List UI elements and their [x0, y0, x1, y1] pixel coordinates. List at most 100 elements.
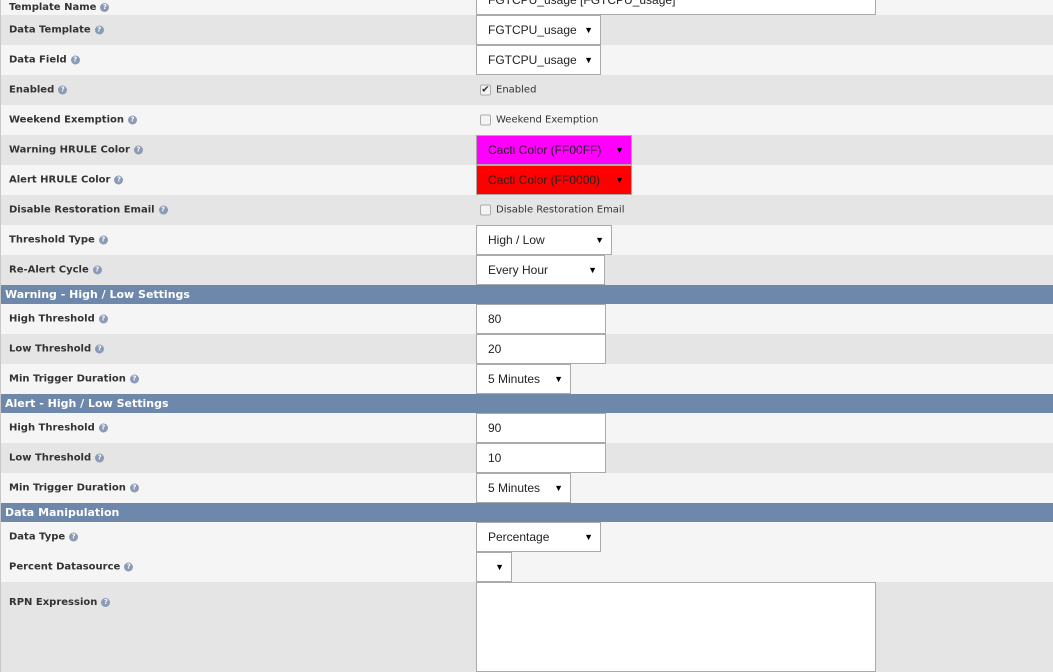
help-icon[interactable]: ? — [94, 25, 104, 35]
dropdown-arrow-icon: ▼ — [554, 374, 563, 384]
row-data-type: Data Type? Percentage ▼ — [1, 522, 1053, 552]
help-icon[interactable]: ? — [58, 85, 68, 95]
enabled-checkbox-label[interactable]: Enabled — [496, 85, 536, 96]
realert-cycle-value: Every Hour — [488, 263, 549, 277]
help-icon[interactable]: ? — [95, 453, 105, 463]
row-weekend-exemption: Weekend Exemption? Weekend Exemption — [1, 105, 1053, 135]
weekend-exemption-checkbox[interactable] — [480, 114, 491, 126]
label-weekend-exemption: Weekend Exemption — [9, 114, 124, 126]
help-icon[interactable]: ? — [70, 55, 80, 65]
label-percent-datasource: Percent Datasource — [9, 561, 121, 573]
help-icon[interactable]: ? — [69, 532, 79, 542]
row-warning-hrule: Warning HRULE Color? Cacti Color (FF00FF… — [1, 135, 1053, 165]
row-warning-high: High Threshold? 80 — [1, 304, 1053, 334]
section-header-warning: Warning - High / Low Settings — [1, 285, 1053, 304]
label-alert-low: Low Threshold — [9, 452, 92, 464]
warning-low-threshold-input[interactable]: 20 — [476, 334, 606, 364]
help-icon[interactable]: ? — [158, 205, 168, 215]
label-warning-min-trigger: Min Trigger Duration — [9, 373, 126, 385]
dropdown-arrow-icon: ▼ — [584, 55, 593, 65]
row-enabled: Enabled? ✔ Enabled — [1, 75, 1053, 105]
warning-min-trigger-select[interactable]: 5 Minutes ▼ — [476, 364, 571, 394]
enabled-checkbox[interactable]: ✔ — [480, 84, 491, 96]
alert-hrule-color-select[interactable]: Cacti Color (FF0000) ▼ — [476, 165, 632, 195]
dropdown-arrow-icon: ▼ — [588, 265, 597, 275]
row-template-name: Template Name? FGTCPU_usage [FGTCPU_usag… — [1, 0, 1053, 15]
warning-hrule-value: Cacti Color (FF00FF) — [488, 143, 602, 157]
data-template-value: FGTCPU_usage — [488, 23, 577, 37]
dropdown-arrow-icon: ▼ — [495, 562, 504, 572]
label-threshold-type: Threshold Type — [9, 234, 95, 246]
alert-min-trigger-select[interactable]: 5 Minutes ▼ — [476, 473, 571, 503]
dropdown-arrow-icon: ▼ — [584, 25, 593, 35]
dropdown-arrow-icon: ▼ — [584, 532, 593, 542]
label-data-type: Data Type — [9, 531, 66, 543]
threshold-type-value: High / Low — [488, 233, 545, 247]
help-icon[interactable]: ? — [101, 598, 111, 607]
realert-cycle-select[interactable]: Every Hour ▼ — [476, 255, 605, 285]
data-field-value: FGTCPU_usage — [488, 53, 577, 67]
dropdown-arrow-icon: ▼ — [554, 483, 563, 493]
disable-restoration-checkbox-label[interactable]: Disable Restoration Email — [496, 205, 625, 216]
label-warning-low: Low Threshold — [9, 343, 92, 355]
row-alert-high: High Threshold? 90 — [1, 413, 1053, 443]
row-data-template: Data Template? FGTCPU_usage ▼ — [1, 15, 1053, 45]
data-type-value: Percentage — [488, 530, 550, 544]
disable-restoration-checkbox[interactable] — [480, 204, 491, 216]
warning-hrule-color-select[interactable]: Cacti Color (FF00FF) ▼ — [476, 135, 632, 165]
label-enabled: Enabled — [9, 84, 55, 96]
rpn-expression-textarea[interactable] — [476, 582, 876, 672]
row-data-field: Data Field? FGTCPU_usage ▼ — [1, 45, 1053, 75]
help-icon[interactable]: ? — [92, 265, 102, 275]
row-alert-hrule: Alert HRULE Color? Cacti Color (FF0000) ▼ — [1, 165, 1053, 195]
help-icon[interactable]: ? — [98, 235, 108, 245]
row-alert-min-trigger: Min Trigger Duration? 5 Minutes ▼ — [1, 473, 1053, 503]
label-disable-restoration: Disable Restoration Email — [9, 204, 155, 216]
label-alert-hrule: Alert HRULE Color — [9, 174, 111, 186]
row-disable-restoration: Disable Restoration Email? Disable Resto… — [1, 195, 1053, 225]
label-data-template: Data Template — [9, 24, 91, 36]
label-warning-high: High Threshold — [9, 313, 95, 325]
template-name-input[interactable]: FGTCPU_usage [FGTCPU_usage] — [476, 0, 876, 15]
alert-hrule-value: Cacti Color (FF0000) — [488, 173, 601, 187]
row-threshold-type: Threshold Type? High / Low ▼ — [1, 225, 1053, 255]
help-icon[interactable]: ? — [129, 374, 139, 384]
label-realert-cycle: Re-Alert Cycle — [9, 264, 89, 276]
row-warning-min-trigger: Min Trigger Duration? 5 Minutes ▼ — [1, 364, 1053, 394]
dropdown-arrow-icon: ▼ — [615, 175, 624, 185]
help-icon[interactable]: ? — [98, 423, 108, 433]
warning-high-threshold-input[interactable]: 80 — [476, 304, 606, 334]
row-rpn-expression: RPN Expression? — [1, 582, 1053, 672]
help-icon[interactable]: ? — [129, 483, 139, 493]
warning-min-trigger-value: 5 Minutes — [488, 372, 541, 386]
row-alert-low: Low Threshold? 10 — [1, 443, 1053, 473]
label-warning-hrule: Warning HRULE Color — [9, 144, 130, 156]
label-rpn-expression: RPN Expression — [9, 597, 98, 608]
help-icon[interactable]: ? — [128, 115, 137, 125]
row-warning-low: Low Threshold? 20 — [1, 334, 1053, 364]
alert-low-threshold-input[interactable]: 10 — [476, 443, 606, 473]
percent-datasource-select[interactable]: ▼ — [476, 552, 512, 582]
help-icon[interactable]: ? — [124, 562, 134, 572]
threshold-type-select[interactable]: High / Low ▼ — [476, 225, 612, 255]
label-alert-min-trigger: Min Trigger Duration — [9, 482, 126, 494]
row-percent-datasource: Percent Datasource? ▼ — [1, 552, 1053, 582]
dropdown-arrow-icon: ▼ — [615, 145, 624, 155]
help-icon[interactable]: ? — [95, 344, 105, 354]
help-icon[interactable]: ? — [133, 145, 143, 155]
alert-min-trigger-value: 5 Minutes — [488, 481, 541, 495]
threshold-template-form: Template Name? FGTCPU_usage [FGTCPU_usag… — [0, 0, 1053, 672]
help-icon[interactable]: ? — [98, 314, 108, 324]
label-data-field: Data Field — [9, 54, 67, 66]
section-header-data-manipulation: Data Manipulation — [1, 503, 1053, 522]
dropdown-arrow-icon: ▼ — [595, 235, 604, 245]
label-template-name: Template Name — [9, 2, 97, 13]
data-field-select[interactable]: FGTCPU_usage ▼ — [476, 45, 601, 75]
section-header-alert: Alert - High / Low Settings — [1, 394, 1053, 413]
data-type-select[interactable]: Percentage ▼ — [476, 522, 601, 552]
weekend-exemption-checkbox-label[interactable]: Weekend Exemption — [496, 115, 598, 126]
alert-high-threshold-input[interactable]: 90 — [476, 413, 606, 443]
data-template-select[interactable]: FGTCPU_usage ▼ — [476, 15, 601, 45]
help-icon[interactable]: ? — [100, 3, 110, 12]
help-icon[interactable]: ? — [114, 175, 124, 185]
